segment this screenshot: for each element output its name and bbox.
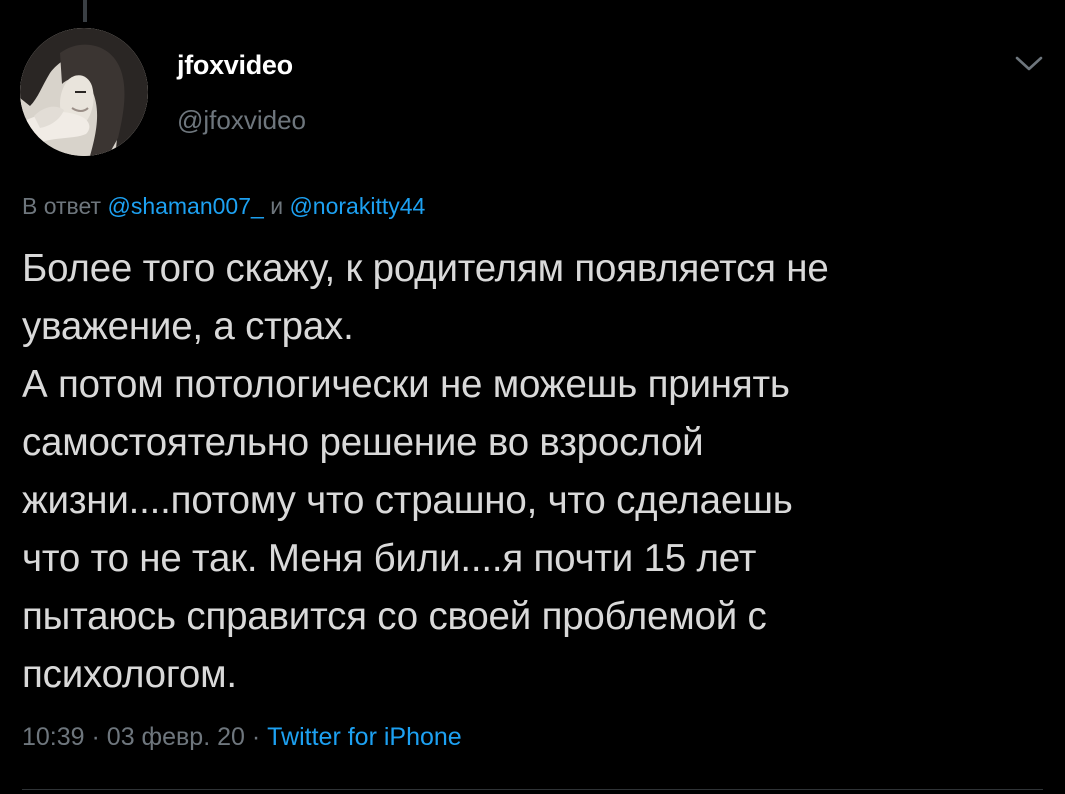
mention-link-norakitty44[interactable]: @norakitty44 <box>289 193 425 219</box>
meta-separator: · <box>251 723 261 751</box>
tweet-meta: 10:39 · 03 февр. 20 · Twitter for iPhone <box>22 723 462 752</box>
meta-separator: · <box>91 723 100 751</box>
tweet-text: Более того скажу, к родителям появляется… <box>22 247 829 696</box>
mention-link-shaman007[interactable]: @shaman007_ <box>107 193 263 219</box>
avatar[interactable] <box>20 28 148 156</box>
tweet-time[interactable]: 10:39 <box>22 723 85 751</box>
thread-connector-line <box>83 0 87 22</box>
avatar-photo <box>20 28 148 156</box>
divider <box>22 789 1043 790</box>
reply-conjunction: и <box>270 193 284 219</box>
reply-prefix: В ответ <box>22 193 102 219</box>
author-handle[interactable]: @jfoxvideo <box>177 105 306 136</box>
tweet-date[interactable]: 03 февр. 20 <box>107 723 245 751</box>
author-display-name[interactable]: jfoxvideo <box>177 50 293 81</box>
tweet-source-link[interactable]: Twitter for iPhone <box>267 723 462 751</box>
chevron-down-icon[interactable] <box>1012 52 1046 76</box>
reply-context: В ответ @shaman007_ и @norakitty44 <box>22 193 425 220</box>
